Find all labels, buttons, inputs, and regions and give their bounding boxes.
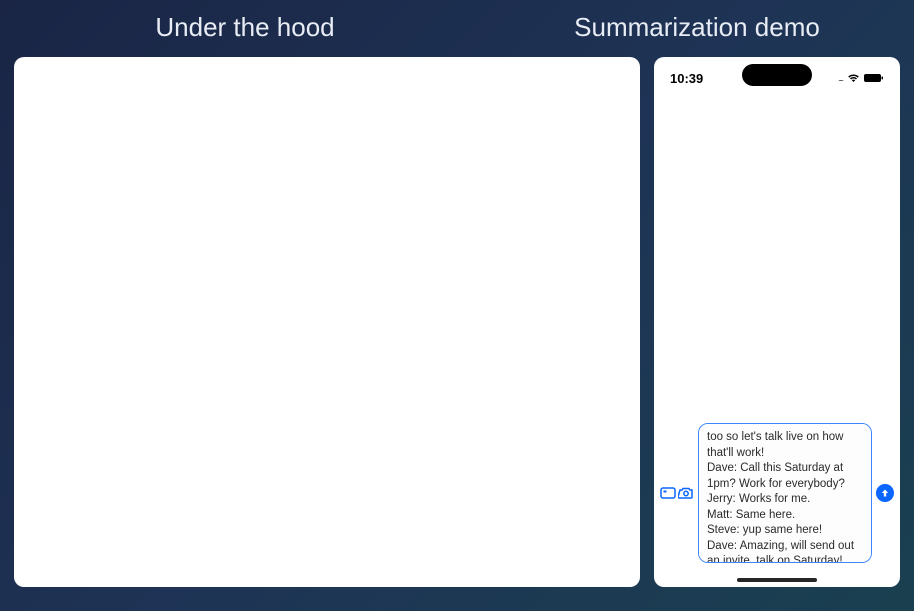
home-indicator — [737, 578, 817, 582]
camera-icon[interactable] — [678, 486, 694, 500]
status-bar: 10:39 .... — [654, 63, 900, 93]
message-input-row — [660, 423, 894, 563]
send-button[interactable] — [876, 484, 894, 502]
message-input[interactable] — [698, 423, 872, 563]
apps-icon[interactable] — [660, 486, 676, 500]
under-the-hood-title: Under the hood — [0, 12, 490, 43]
wifi-icon — [847, 73, 860, 83]
summarization-demo-title: Summarization demo — [490, 12, 904, 43]
battery-icon — [864, 73, 884, 83]
dynamic-island — [742, 64, 812, 86]
under-the-hood-panel — [14, 57, 640, 587]
status-time: 10:39 — [670, 71, 703, 86]
phone-mockup: 10:39 .... — [654, 57, 900, 587]
phone-content-area — [654, 93, 900, 587]
cellular-icon: .... — [838, 74, 843, 83]
